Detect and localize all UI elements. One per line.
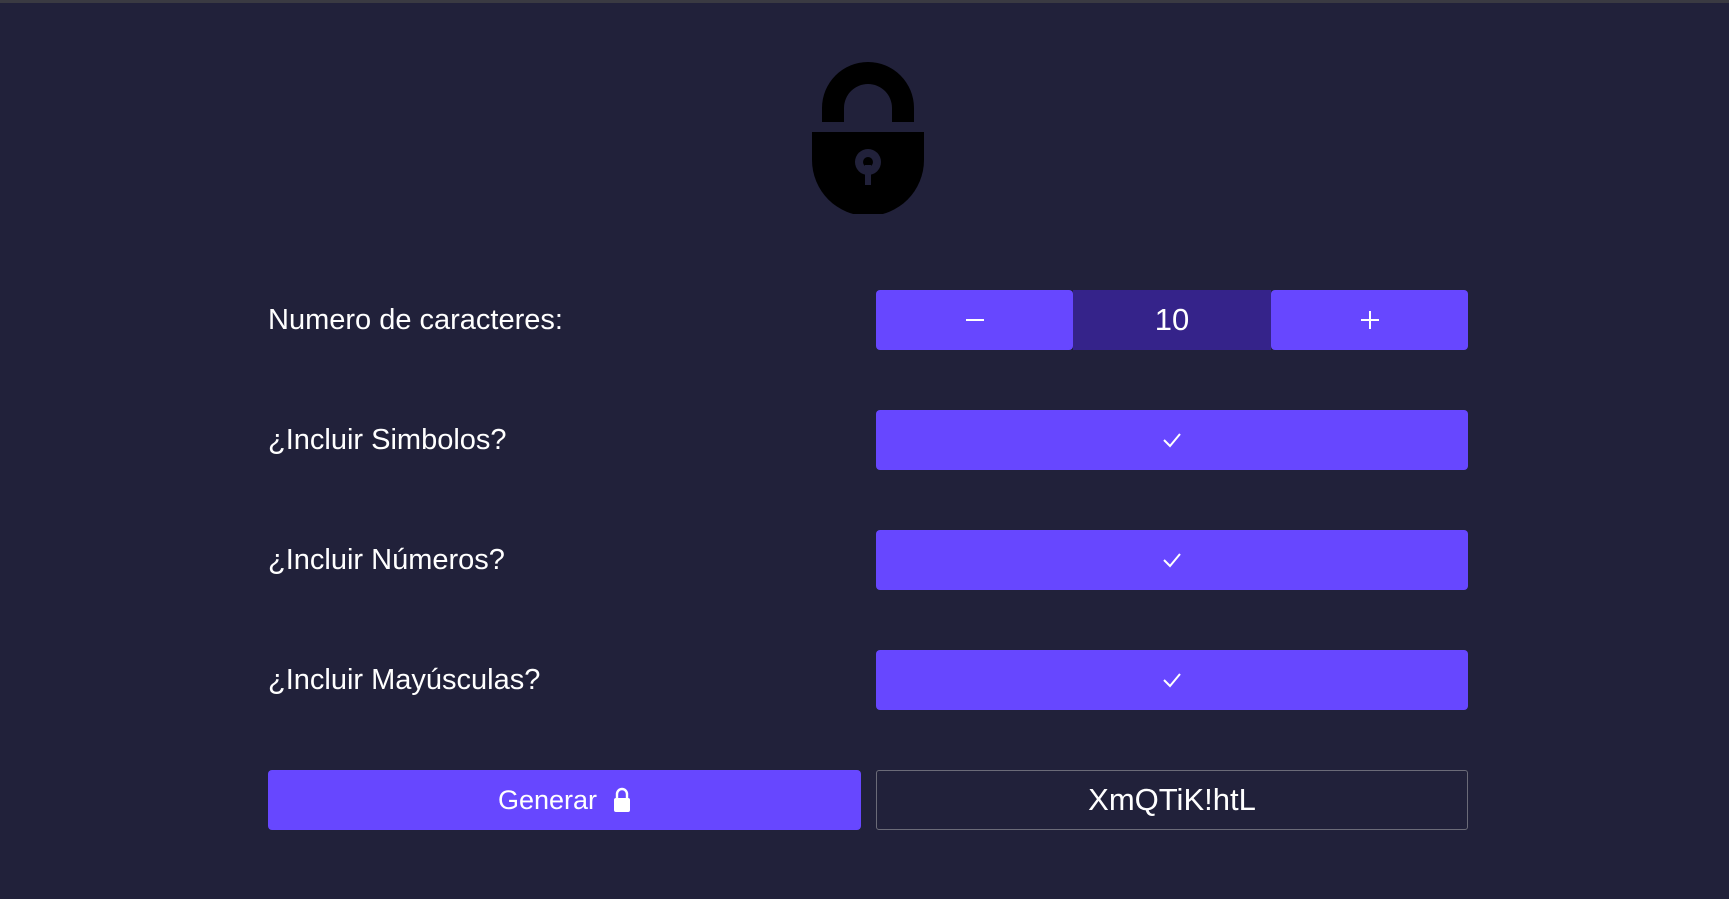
password-generator-app: Numero de caracteres: 10 ¿Incluir Simbol…: [0, 0, 1729, 899]
check-icon: [1163, 553, 1181, 568]
numbers-label: ¿Incluir Números?: [268, 544, 505, 576]
decrement-button[interactable]: [876, 290, 1073, 350]
generate-row: Generar XmQTiK!htL: [268, 770, 1468, 830]
check-icon: [1163, 433, 1181, 448]
generate-label: Generar: [497, 784, 598, 815]
plus-icon: [1360, 311, 1379, 329]
symbols-row: ¿Incluir Simbolos?: [268, 410, 1468, 470]
numbers-row: ¿Incluir Números?: [268, 530, 1468, 590]
length-value: 10: [1073, 290, 1271, 350]
length-row: Numero de caracteres: 10: [268, 290, 1468, 350]
symbols-label: ¿Incluir Simbolos?: [268, 424, 507, 456]
minus-icon: [965, 319, 984, 321]
padlock-icon: [812, 62, 924, 214]
uppercase-row: ¿Incluir Mayúsculas?: [268, 650, 1468, 710]
numbers-control: [876, 530, 1468, 590]
lock-icon: [614, 787, 631, 812]
top-border: [0, 0, 1729, 3]
uppercase-toggle[interactable]: [876, 650, 1468, 710]
uppercase-label: ¿Incluir Mayúsculas?: [268, 664, 541, 696]
check-icon: [1163, 673, 1181, 688]
numbers-toggle[interactable]: [876, 530, 1468, 590]
symbols-toggle[interactable]: [876, 410, 1468, 470]
length-label: Numero de caracteres:: [268, 304, 563, 336]
uppercase-control: [876, 650, 1468, 710]
length-stepper: 10: [876, 290, 1468, 350]
password-output[interactable]: XmQTiK!htL: [876, 770, 1468, 830]
symbols-control: [876, 410, 1468, 470]
increment-button[interactable]: [1271, 290, 1468, 350]
generate-button[interactable]: Generar: [268, 770, 861, 830]
